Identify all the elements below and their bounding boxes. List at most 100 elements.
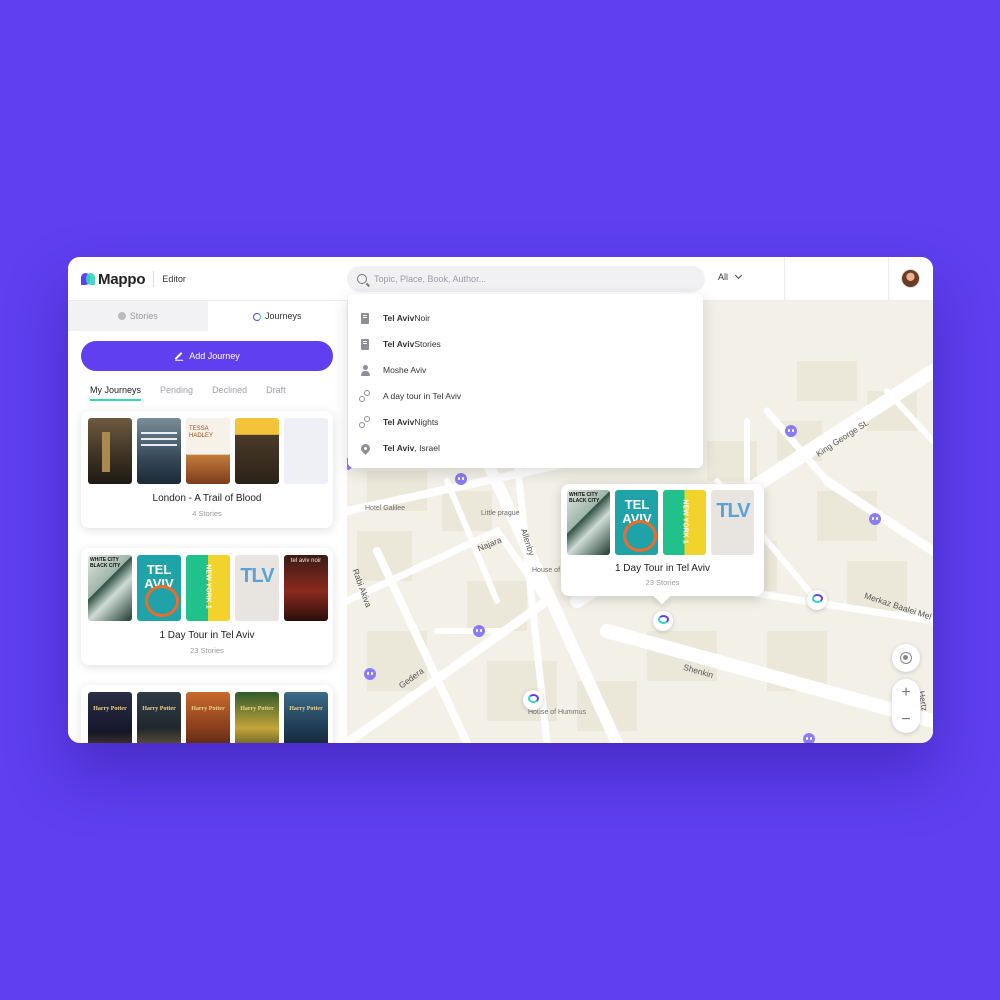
journey-pin-icon[interactable] [653, 611, 673, 631]
book-cover [284, 692, 328, 743]
route-icon [359, 416, 371, 428]
result-match: Tel Aviv [383, 339, 415, 349]
logo[interactable]: Mappo Editor [81, 269, 186, 289]
popup-title: 1 Day Tour in Tel Aviv [614, 563, 711, 574]
stories-icon [117, 312, 126, 320]
section-label: Editor [162, 274, 186, 284]
book-covers [88, 418, 328, 484]
sidebar: Stories Journeys Add Journey My Journeys… [68, 301, 347, 743]
journey-pin-icon[interactable] [807, 590, 827, 610]
route-icon [359, 390, 371, 402]
brand-name: Mappo [98, 270, 146, 288]
book-cover [88, 555, 132, 621]
story-pin-icon[interactable] [455, 473, 467, 485]
subtab-draft[interactable]: Draft [266, 385, 286, 401]
book-cover [137, 418, 181, 484]
book-cover-placeholder [284, 418, 328, 484]
journey-title: London - A Trail of Blood [152, 493, 262, 504]
journey-popup[interactable]: 1 Day Tour in Tel Aviv 23 Stories [561, 484, 764, 596]
tab-label: Journeys [264, 311, 302, 321]
journey-title: 1 Day Tour in Tel Aviv [159, 630, 255, 641]
journey-card[interactable] [81, 685, 333, 743]
zoom-out-button[interactable]: − [892, 706, 920, 733]
search-bar[interactable] [347, 266, 705, 292]
mappo-logo-icon [81, 272, 95, 286]
subtab-my-journeys[interactable]: My Journeys [90, 385, 142, 401]
journeys-icon [252, 312, 261, 321]
journey-card[interactable]: London - A Trail of Blood 4 Stories [81, 411, 333, 528]
search-results-dropdown: Tel Aviv Noir Tel Aviv Stories Moshe Avi… [348, 294, 703, 468]
result-rest: Stories [414, 339, 441, 349]
story-pin-icon[interactable] [785, 425, 797, 437]
story-pin-icon[interactable] [803, 733, 815, 743]
subtab-pending[interactable]: Pending [160, 385, 193, 401]
place-label-little-prague: Little prague [481, 510, 520, 517]
book-cover [235, 418, 279, 484]
tab-stories[interactable]: Stories [68, 301, 208, 331]
search-result-item[interactable]: Tel Aviv Nights [348, 409, 703, 435]
book-cover [186, 418, 230, 484]
book-cover [663, 490, 706, 555]
book-cover [88, 418, 132, 484]
book-covers [88, 555, 328, 621]
book-icon [361, 338, 369, 350]
result-match: Tel Aviv [383, 313, 415, 323]
place-label-hotel: Hotel Galilee [365, 505, 406, 512]
book-cover [711, 490, 754, 555]
filter-dropdown[interactable]: All [718, 271, 743, 282]
result-rest: Noir [414, 313, 430, 323]
journey-story-count: 23 Stories [190, 646, 224, 655]
book-cover [235, 555, 279, 621]
book-covers [567, 490, 754, 555]
popup-story-count: 23 Stories [645, 578, 680, 587]
journey-pin-icon[interactable] [523, 690, 543, 710]
search-icon [357, 274, 367, 284]
zoom-control: + − [892, 679, 920, 733]
book-covers [88, 692, 328, 743]
book-icon [361, 312, 369, 324]
story-pin-icon[interactable] [869, 513, 881, 525]
tab-journeys[interactable]: Journeys [207, 301, 347, 331]
search-input[interactable] [374, 274, 694, 284]
result-rest: A day tour in Tel Aviv [383, 391, 462, 401]
subtab-declined[interactable]: Declined [212, 385, 247, 401]
avatar[interactable] [901, 269, 920, 288]
story-pin-icon[interactable] [473, 625, 485, 637]
book-cover [186, 555, 230, 621]
result-match: Tel Aviv [383, 443, 415, 453]
person-icon [360, 364, 370, 376]
place-label-house-of: House of [532, 567, 561, 574]
divider [888, 257, 889, 301]
pencil-icon [174, 352, 183, 360]
book-cover [137, 692, 181, 743]
search-result-item[interactable]: Tel Aviv Stories [348, 331, 703, 357]
place-label-house-of-hummus: House of Hummus [528, 709, 586, 716]
book-cover [284, 555, 328, 621]
add-journey-label: Add Journey [189, 351, 240, 361]
journey-filter-tabs: My Journeys Pending Declined Draft [90, 385, 286, 401]
zoom-in-button[interactable]: + [892, 679, 920, 706]
search-result-item[interactable]: Moshe Aviv [348, 357, 703, 383]
locate-icon [900, 652, 912, 664]
app-window: Mappo Editor All Stories Journeys [68, 257, 933, 743]
result-rest: Moshe Aviv [383, 365, 427, 375]
locate-button[interactable] [892, 644, 920, 672]
search-result-item[interactable]: Tel Aviv Noir [348, 305, 703, 331]
search-result-item[interactable]: A day tour in Tel Aviv [348, 383, 703, 409]
filter-label: All [718, 272, 729, 282]
book-cover [235, 692, 279, 743]
add-journey-button[interactable]: Add Journey [81, 341, 333, 371]
tab-bar: Stories Journeys [68, 301, 347, 331]
result-rest: Nights [414, 417, 439, 427]
result-rest: , Israel [414, 443, 440, 453]
divider [153, 271, 155, 287]
journey-card[interactable]: 1 Day Tour in Tel Aviv 23 Stories [81, 548, 333, 665]
search-result-item[interactable]: Tel Aviv, Israel [348, 435, 703, 461]
story-pin-icon[interactable] [364, 668, 376, 680]
book-cover [88, 692, 132, 743]
book-cover [137, 555, 181, 621]
result-match: Tel Aviv [383, 417, 415, 427]
chevron-down-icon [734, 271, 743, 280]
divider [784, 257, 785, 301]
book-cover [567, 490, 610, 555]
